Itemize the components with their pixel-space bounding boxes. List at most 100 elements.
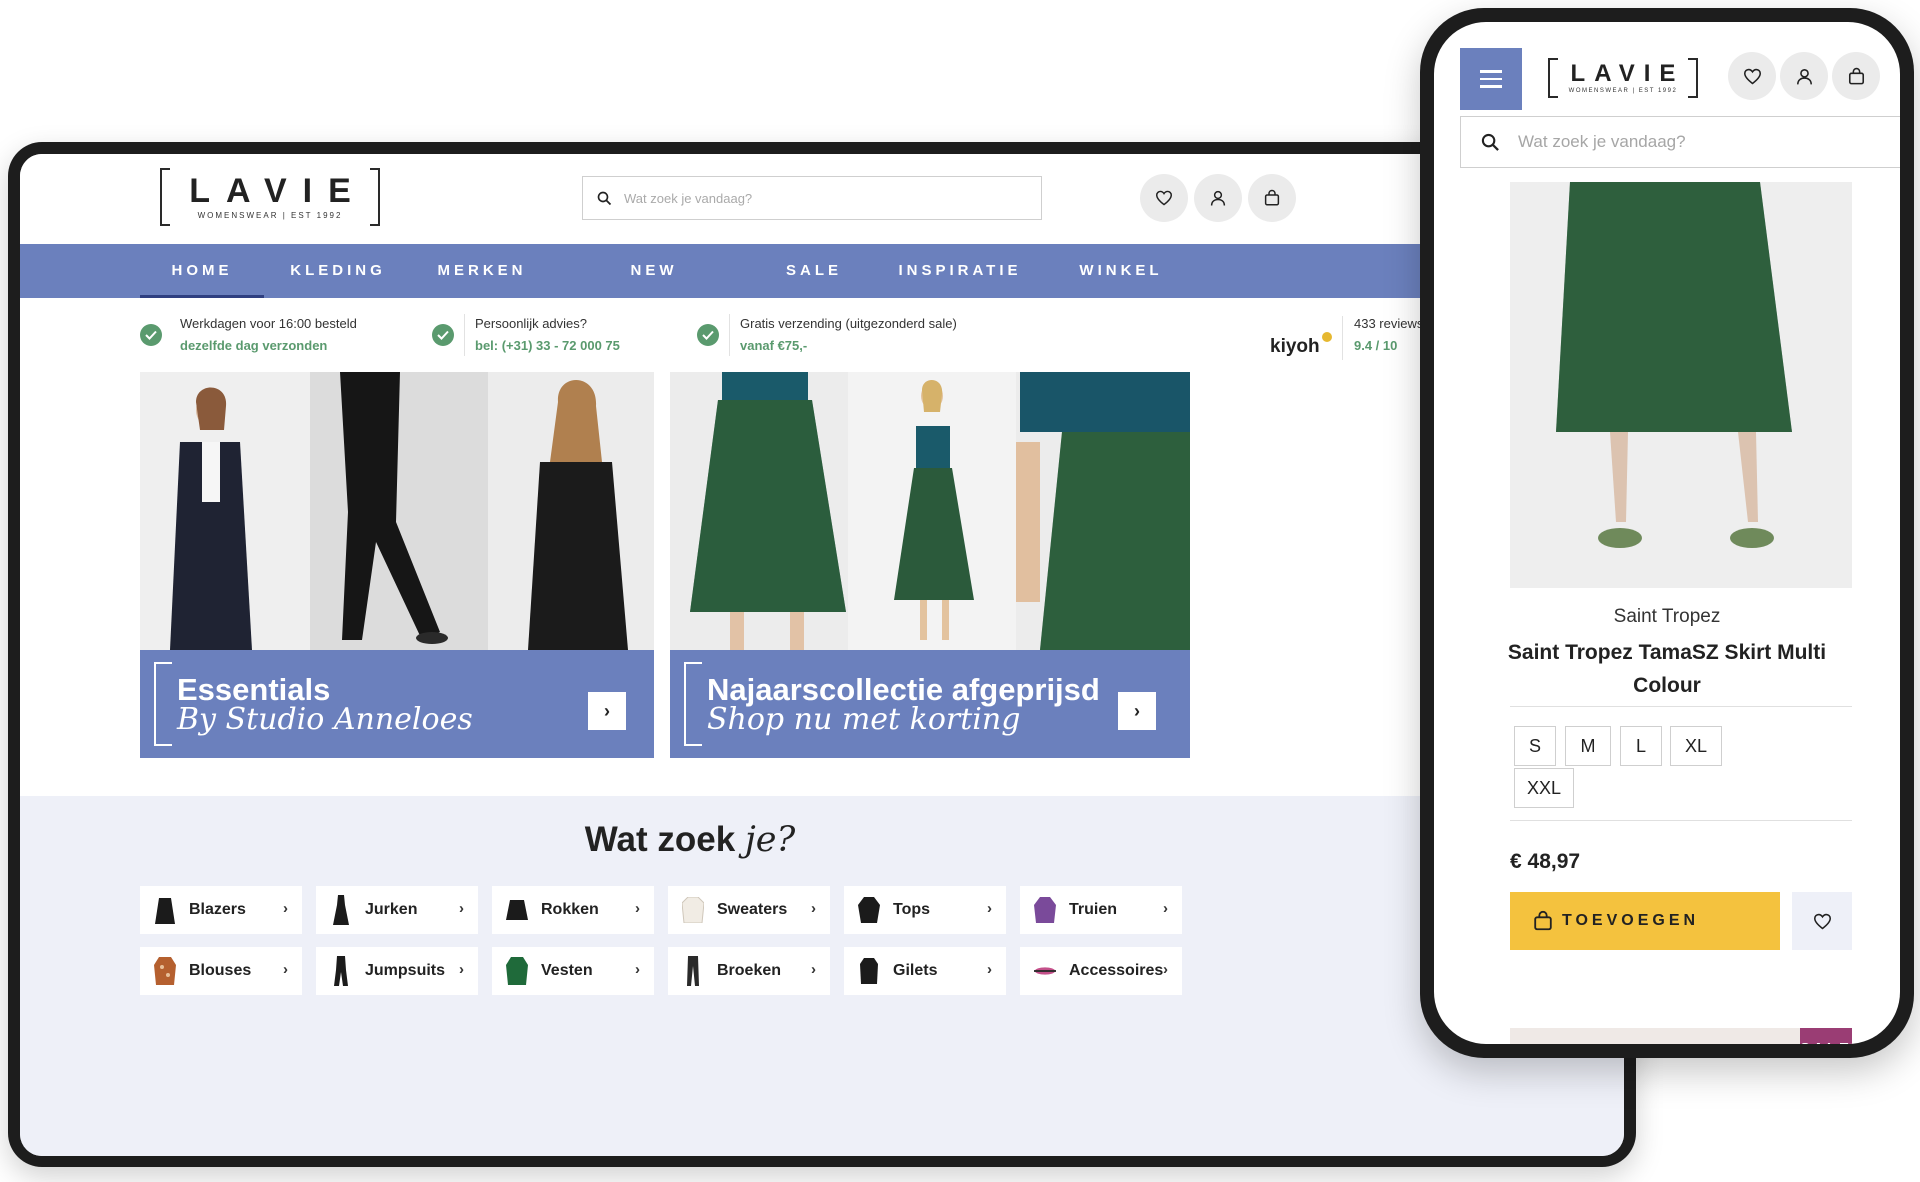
trousers-icon: [682, 956, 704, 986]
kiyoh-logo[interactable]: kiyoh: [1270, 336, 1320, 358]
cardigan-icon: [506, 956, 528, 986]
category-blouses[interactable]: Blouses ›: [140, 947, 302, 995]
logo-name: LAVIE: [189, 172, 367, 210]
size-option-xl[interactable]: XL: [1670, 726, 1722, 766]
jumpsuit-icon: [330, 956, 352, 986]
usp-free-shipping: Gratis verzending (uitgezonderd sale) va…: [697, 314, 957, 362]
chevron-right-icon: ›: [283, 961, 288, 978]
category-label: Broeken: [717, 962, 782, 979]
nav-kleding[interactable]: KLEDING: [278, 244, 398, 298]
add-to-wishlist-button[interactable]: [1792, 892, 1852, 950]
size-option-m[interactable]: M: [1565, 726, 1611, 766]
divider: [1510, 706, 1852, 707]
chevron-right-icon: ›: [811, 900, 816, 917]
chevron-right-icon[interactable]: ›: [588, 692, 626, 730]
add-to-cart-label: TOEVOEGEN: [1562, 912, 1700, 929]
banner-najaarscollectie[interactable]: Najaarscollectie afgeprijsd Shop nu met …: [670, 372, 1190, 758]
usp-phone-link[interactable]: bel: (+31) 33 - 72 000 75: [475, 336, 620, 356]
bracket-decoration: [154, 662, 172, 746]
banner-subtitle: Shop nu met korting: [707, 702, 1021, 737]
check-icon: [432, 324, 454, 346]
heart-icon: [1813, 913, 1831, 929]
category-jurken[interactable]: Jurken ›: [316, 886, 478, 934]
showcase: LAVIE WOMENSWEAR | EST 1992 H: [0, 0, 1920, 1182]
review-score: 9.4 / 10: [1354, 338, 1398, 353]
chevron-right-icon: ›: [635, 900, 640, 917]
nav-inspiratie[interactable]: INSPIRATIE: [892, 244, 1028, 298]
heart-icon: [1155, 190, 1173, 206]
usp-line1: Werkdagen voor 16:00 besteld: [180, 316, 357, 331]
nav-merken[interactable]: MERKEN: [424, 244, 540, 298]
tablet-device: LAVIE WOMENSWEAR | EST 1992 H: [8, 142, 1636, 1167]
review-summary[interactable]: 433 reviews 9.4 / 10: [1354, 314, 1423, 356]
add-to-cart-button[interactable]: TOEVOEGEN: [1510, 892, 1780, 950]
cart-button[interactable]: [1832, 52, 1880, 100]
category-label: Sweaters: [717, 901, 788, 918]
nav-new-arrivals[interactable]: NEW ARRIVALS: [576, 244, 732, 333]
jumper-icon: [1034, 895, 1056, 925]
chevron-right-icon: ›: [635, 961, 640, 978]
chevron-right-icon[interactable]: ›: [1118, 692, 1156, 730]
divider: [1510, 820, 1852, 821]
category-jumpsuits[interactable]: Jumpsuits ›: [316, 947, 478, 995]
category-label: Blouses: [189, 962, 252, 979]
review-count: 433 reviews: [1354, 316, 1424, 331]
account-button[interactable]: [1194, 174, 1242, 222]
banner-caption: Najaarscollectie afgeprijsd Shop nu met …: [670, 650, 1190, 758]
tablet-screen: LAVIE WOMENSWEAR | EST 1992 H: [20, 154, 1624, 1156]
main-navigation: HOME KLEDING MERKEN NEW ARRIVALS SALE IN…: [20, 244, 1624, 333]
wishlist-button[interactable]: [1728, 52, 1776, 100]
search-input[interactable]: [624, 190, 1004, 206]
chevron-right-icon: ›: [987, 900, 992, 917]
category-sweaters[interactable]: Sweaters ›: [668, 886, 830, 934]
nav-winkel[interactable]: WINKEL: [1066, 244, 1176, 298]
cart-button[interactable]: [1248, 174, 1296, 222]
lavie-logo[interactable]: LAVIE WOMENSWEAR | EST 1992: [160, 168, 380, 226]
search-input[interactable]: [1518, 132, 1878, 152]
category-label: Gilets: [893, 962, 938, 979]
top-icon: [858, 895, 880, 925]
category-section: Wat zoek je? Blazers › Jurken › Rokken ›…: [20, 796, 1624, 1156]
usp-advice: Persoonlijk advies? bel: (+31) 33 - 72 0…: [432, 314, 620, 362]
category-label: Tops: [893, 901, 931, 918]
category-rokken[interactable]: Rokken ›: [492, 886, 654, 934]
category-label: Blazers: [189, 901, 246, 918]
category-label: Vesten: [541, 962, 593, 979]
wishlist-button[interactable]: [1140, 174, 1188, 222]
nav-sale[interactable]: SALE: [772, 244, 856, 298]
category-label: Rokken: [541, 901, 599, 918]
category-gilets[interactable]: Gilets ›: [844, 947, 1006, 995]
category-broeken[interactable]: Broeken ›: [668, 947, 830, 995]
product-brand[interactable]: Saint Tropez: [1434, 606, 1900, 628]
product-image[interactable]: [1510, 182, 1852, 588]
skirt-icon: [506, 895, 528, 925]
shopping-bag-icon: [1848, 67, 1864, 84]
size-option-l[interactable]: L: [1620, 726, 1662, 766]
divider: [1342, 316, 1343, 360]
category-accessoires[interactable]: Accessoires ›: [1020, 947, 1182, 995]
category-vesten[interactable]: Vesten ›: [492, 947, 654, 995]
nav-home[interactable]: HOME: [140, 244, 264, 298]
category-heading: Wat zoek je?: [20, 820, 1360, 860]
category-tops[interactable]: Tops ›: [844, 886, 1006, 934]
check-icon: [140, 324, 162, 346]
hamburger-menu-button[interactable]: [1460, 48, 1522, 110]
lavie-logo[interactable]: LAVIE WOMENSWEAR | EST 1992: [1548, 58, 1698, 98]
bracket-decoration: [684, 662, 702, 746]
search-bar[interactable]: [582, 176, 1042, 220]
account-button[interactable]: [1780, 52, 1828, 100]
search-bar[interactable]: [1460, 116, 1900, 168]
size-option-s[interactable]: S: [1514, 726, 1556, 766]
category-blazers[interactable]: Blazers ›: [140, 886, 302, 934]
category-label: Accessoires: [1069, 962, 1164, 979]
category-truien[interactable]: Truien ›: [1020, 886, 1182, 934]
logo-tagline: WOMENSWEAR | EST 1992: [1568, 88, 1678, 94]
size-option-xxl[interactable]: XXL: [1514, 768, 1574, 808]
banner-essentials[interactable]: Essentials By Studio Anneloes ›: [140, 372, 654, 758]
menu-line-icon: [1480, 70, 1502, 73]
search-icon: [597, 191, 612, 205]
usp-shipping: Werkdagen voor 16:00 besteld dezelfde da…: [140, 314, 357, 362]
usp-line1: Persoonlijk advies?: [475, 316, 588, 331]
shopping-bag-icon: [1534, 910, 1552, 931]
chevron-right-icon: ›: [987, 961, 992, 978]
